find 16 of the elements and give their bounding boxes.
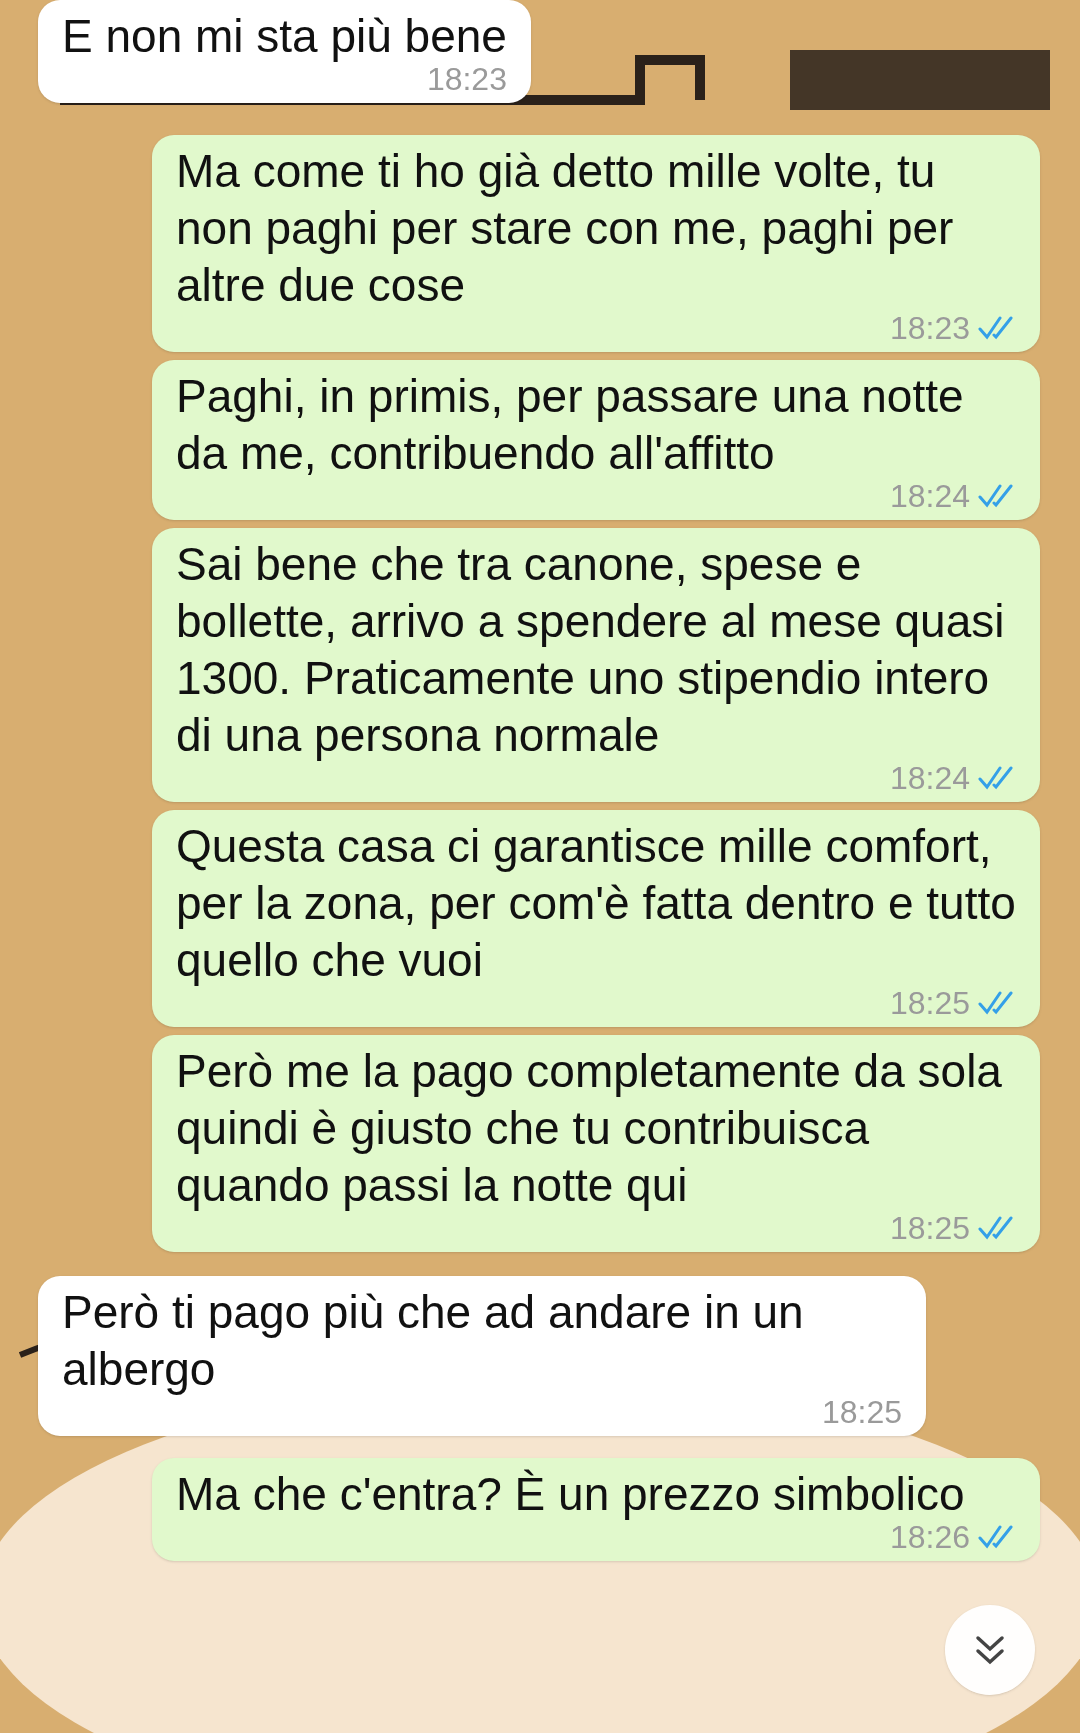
message-text: Però ti pago più che ad andare in un albergo xyxy=(62,1285,805,1397)
message-text: Però me la pago completamente da sola quindi è giusto che tu contribuisca quando passi la notte qui xyxy=(176,1044,1003,1213)
message-text: Ma che c'entra? È un prezzo simbolico xyxy=(176,1467,966,1522)
message-time: 18:25 xyxy=(889,985,970,1021)
message-time: 18:25 xyxy=(821,1394,902,1430)
message-time: 18:23 xyxy=(889,310,970,346)
message-text: Paghi, in primis, per passare una notte da me, contribuendo all'affitto xyxy=(176,369,965,481)
message-time: 18:23 xyxy=(426,61,507,97)
message-text: Questa casa ci garantisce mille comfort, per la zona, per com'è fatta dentro e tutto quello che vuoi xyxy=(176,819,1016,988)
message-time: 18:24 xyxy=(889,478,970,514)
message-text: E non mi sta più bene xyxy=(62,9,507,64)
message-time: 18:24 xyxy=(889,760,970,796)
message-text: Ma come ti ho già detto mille volte, tu non paghi per stare con me, paghi per altre due cose xyxy=(176,144,955,313)
message-time: 18:25 xyxy=(889,1210,970,1246)
message-time: 18:26 xyxy=(889,1519,970,1555)
message-text: Sai bene che tra canone, spese e bollette, arrivo a spendere al mese quasi 1300. Praticamente uno stipendio intero di una persona normale xyxy=(176,537,1006,763)
